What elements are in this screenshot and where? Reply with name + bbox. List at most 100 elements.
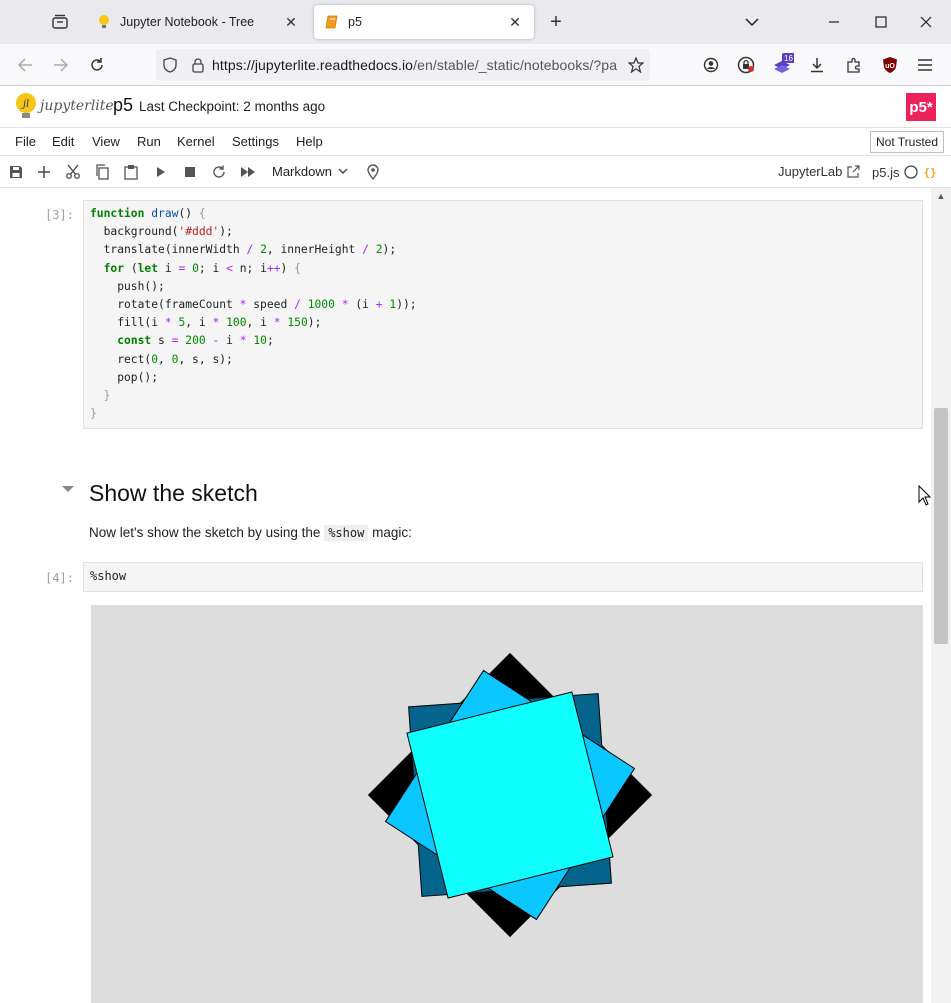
copy-icon — [96, 164, 109, 180]
sketch-drawing — [367, 652, 653, 938]
code-cell-draw[interactable]: function draw() { background('#ddd'); tr… — [83, 200, 923, 429]
jupyterlite-logo[interactable]: jl jupyterlite — [14, 92, 114, 120]
mouse-pointer-icon — [918, 485, 932, 506]
paste-button[interactable] — [121, 163, 141, 181]
password-extension-button[interactable] — [732, 52, 760, 78]
save-button[interactable] — [6, 163, 26, 181]
account-button[interactable] — [697, 52, 725, 78]
notebook-toolbar: Markdown JupyterLab p5.js {} — [0, 156, 951, 188]
close-tab-icon[interactable]: ✕ — [506, 13, 524, 31]
back-button[interactable] — [11, 52, 39, 78]
restart-icon — [213, 165, 225, 178]
menu-help[interactable]: Help — [296, 134, 323, 149]
trust-button[interactable]: Not Trusted — [870, 131, 944, 153]
close-tab-icon[interactable]: ✕ — [282, 13, 300, 31]
ublock-button[interactable]: uO — [876, 52, 904, 78]
menu-edit[interactable]: Edit — [52, 134, 74, 149]
scissors-icon — [66, 164, 80, 179]
restart-run-all-button[interactable] — [238, 163, 258, 181]
cell-type-value: Markdown — [272, 164, 332, 179]
notebook-name[interactable]: p5 — [113, 95, 133, 116]
tab-jupyter-tree[interactable]: Jupyter Notebook - Tree ✕ — [86, 5, 310, 39]
maximize-button[interactable] — [867, 8, 895, 36]
scroll-up-arrow-icon[interactable]: ▲ — [935, 190, 947, 202]
debugger-button[interactable] — [363, 163, 383, 181]
paste-icon — [124, 165, 138, 180]
lock-extension-icon — [737, 56, 755, 74]
arrow-right-icon — [54, 58, 69, 72]
p5-logo: p5* — [906, 93, 936, 121]
tab-title: Jupyter Notebook - Tree — [120, 15, 255, 29]
new-tab-button[interactable]: + — [544, 10, 568, 34]
collapse-heading-icon[interactable] — [62, 486, 74, 492]
run-button[interactable] — [151, 163, 171, 181]
jupyterlite-favicon-icon — [96, 14, 112, 30]
minimize-button[interactable] — [820, 8, 848, 36]
minimize-icon — [829, 21, 839, 23]
tab-p5[interactable]: p5 ✕ — [314, 5, 534, 39]
lock-icon[interactable] — [184, 57, 212, 73]
kernel-idle-circle-icon — [904, 165, 919, 179]
open-jupyterlab-link[interactable]: JupyterLab — [778, 164, 860, 179]
jupyterlab-label: JupyterLab — [778, 164, 843, 179]
reload-button[interactable] — [83, 52, 111, 78]
notebook-panel[interactable]: [3]: function draw() { background('#ddd'… — [0, 188, 931, 1003]
bookmark-star-icon[interactable] — [622, 57, 650, 73]
cell-prompt: [3]: — [45, 208, 74, 222]
play-icon — [157, 167, 165, 177]
external-link-icon — [847, 164, 860, 178]
app-menu-button[interactable] — [911, 52, 939, 78]
svg-text:jl: jl — [21, 99, 29, 110]
arrow-left-icon — [17, 58, 32, 72]
jupyterlite-wordmark: jupyterlite — [40, 98, 114, 114]
copy-button[interactable] — [92, 163, 112, 181]
close-window-button[interactable] — [912, 8, 940, 36]
p5-sketch-canvas[interactable] — [91, 605, 923, 1003]
notebook-header: jl jupyterlite p5 Last Checkpoint: 2 mon… — [0, 86, 951, 128]
download-icon — [811, 58, 823, 73]
jupyterlite-logo-icon: jl — [16, 93, 36, 118]
menu-kernel[interactable]: Kernel — [177, 134, 215, 149]
extension-badge-button[interactable]: 16 — [768, 52, 796, 78]
add-icon — [38, 166, 50, 178]
url-text[interactable]: https://jupyterlite.readthedocs.io/en/st… — [212, 57, 622, 73]
close-icon — [920, 16, 932, 28]
svg-text:uO: uO — [885, 63, 895, 70]
extensions-button[interactable] — [840, 52, 868, 78]
downloads-button[interactable] — [803, 52, 831, 78]
address-bar[interactable]: https://jupyterlite.readthedocs.io/en/st… — [156, 49, 650, 81]
menu-run[interactable]: Run — [137, 134, 161, 149]
maximize-icon — [875, 16, 887, 28]
last-checkpoint: Last Checkpoint: 2 months ago — [139, 99, 326, 114]
forward-button[interactable] — [47, 52, 75, 78]
insert-cell-button[interactable] — [34, 163, 54, 181]
browser-navigation-bar: https://jupyterlite.readthedocs.io/en/st… — [0, 44, 951, 86]
menu-view[interactable]: View — [92, 134, 120, 149]
chevron-down-icon — [745, 18, 759, 27]
chevron-down-icon — [338, 168, 348, 174]
notebook-scrollbar[interactable]: ▲ — [931, 188, 951, 1003]
curly-braces-icon: {} — [924, 166, 937, 179]
menu-file[interactable]: File — [15, 134, 36, 149]
cut-button[interactable] — [63, 163, 83, 181]
cell-type-select[interactable]: Markdown — [272, 164, 348, 179]
tab-overview-button[interactable] — [44, 8, 76, 36]
puzzle-icon — [847, 57, 860, 73]
list-all-tabs-button[interactable] — [738, 8, 766, 36]
menu-settings[interactable]: Settings — [232, 134, 279, 149]
hamburger-menu-icon — [918, 59, 932, 71]
shield-icon[interactable] — [156, 57, 184, 73]
cell-prompt: [4]: — [45, 571, 74, 585]
layers-extension-icon: 16 — [774, 53, 794, 73]
stop-icon — [185, 167, 195, 177]
restart-button[interactable] — [209, 163, 229, 181]
map-pin-icon — [367, 164, 379, 180]
menu-bar: File Edit View Run Kernel Settings Help … — [0, 128, 951, 156]
save-icon — [10, 166, 22, 178]
code-cell-show[interactable]: %show — [83, 562, 923, 592]
scrollbar-thumb[interactable] — [934, 408, 948, 644]
interrupt-button[interactable] — [180, 163, 200, 181]
kernel-status[interactable]: p5.js {} — [872, 164, 937, 180]
notebook-favicon-icon — [324, 14, 340, 30]
inline-code: %show — [324, 525, 369, 541]
